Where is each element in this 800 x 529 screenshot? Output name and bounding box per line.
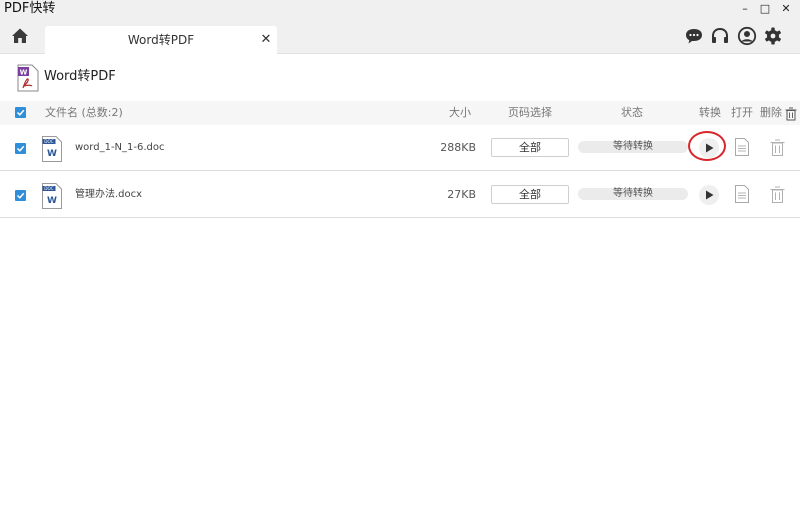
column-page-select: 页码选择 <box>508 106 552 119</box>
highlight-annotation-ring <box>688 131 726 161</box>
gear-icon[interactable] <box>763 26 783 46</box>
status-badge: 等待转换 <box>578 141 688 153</box>
column-filename: 文件名 (总数:2) <box>45 106 123 119</box>
file-size: 27KB <box>447 188 476 201</box>
svg-text:DOC: DOC <box>44 186 54 191</box>
svg-text:W: W <box>20 69 28 77</box>
select-all-checkbox[interactable] <box>15 107 26 118</box>
home-icon[interactable] <box>10 26 30 46</box>
row-checkbox[interactable] <box>15 190 26 201</box>
row-checkbox[interactable] <box>15 143 26 154</box>
play-icon <box>706 190 714 200</box>
column-convert: 转换 <box>699 106 721 119</box>
convert-play-button[interactable] <box>699 185 719 205</box>
tab-word-to-pdf[interactable]: Word转PDF ✕ <box>45 26 277 54</box>
tab-close-icon[interactable]: ✕ <box>259 26 273 54</box>
document-icon[interactable] <box>735 185 749 203</box>
page-header: W Word转PDF <box>0 54 800 102</box>
file-name: word_1-N_1-6.doc <box>75 142 165 153</box>
table-row: DOC W 管理办法.docx 27KB 全部 等待转换 <box>0 172 800 218</box>
svg-text:W: W <box>47 149 57 159</box>
column-open: 打开 <box>731 106 753 119</box>
close-window-button[interactable]: ✕ <box>776 0 796 18</box>
headphones-icon[interactable] <box>710 26 730 46</box>
chat-bubble-icon[interactable] <box>684 26 704 46</box>
file-size: 288KB <box>440 141 476 154</box>
delete-all-icon[interactable] <box>785 106 797 121</box>
column-status: 状态 <box>621 106 643 119</box>
word-file-icon: DOC W <box>42 183 62 209</box>
page-select-button[interactable]: 全部 <box>491 138 569 157</box>
status-badge: 等待转换 <box>578 188 688 200</box>
svg-text:W: W <box>47 196 57 206</box>
document-icon[interactable] <box>735 138 749 156</box>
table-header: 文件名 (总数:2) 大小 页码选择 状态 转换 打开 删除 <box>0 101 800 125</box>
app-title: PDF快转 <box>4 1 56 16</box>
maximize-button[interactable]: □ <box>755 0 775 18</box>
tab-bar: Word转PDF ✕ <box>0 18 800 54</box>
page-select-button[interactable]: 全部 <box>491 185 569 204</box>
minimize-button[interactable]: – <box>735 0 755 18</box>
word-to-pdf-logo-icon: W <box>17 64 39 92</box>
page-title: Word转PDF <box>44 69 116 84</box>
column-delete: 删除 <box>760 106 782 119</box>
user-icon[interactable] <box>737 26 757 46</box>
trash-icon[interactable] <box>770 186 785 203</box>
word-file-icon: DOC W <box>42 136 62 162</box>
table-row: DOC W word_1-N_1-6.doc 288KB 全部 等待转换 <box>0 125 800 171</box>
file-name: 管理办法.docx <box>75 189 143 200</box>
trash-icon[interactable] <box>770 139 785 156</box>
svg-text:DOC: DOC <box>44 139 54 144</box>
title-bar: PDF快转 – □ ✕ <box>0 0 800 18</box>
tab-label: Word转PDF <box>127 33 195 47</box>
column-size: 大小 <box>449 106 471 119</box>
